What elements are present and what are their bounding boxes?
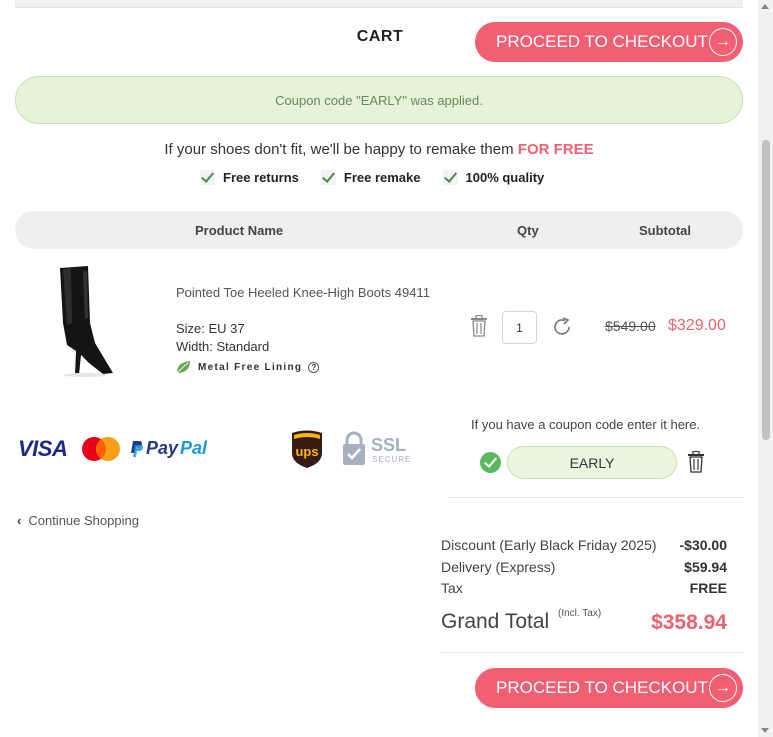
grand-total-tax-note: (Incl. Tax) — [558, 608, 602, 619]
discount-label: Discount (Early Black Friday 2025) — [441, 537, 657, 553]
coupon-applied-banner: Coupon code "EARLY" was applied. — [15, 76, 743, 124]
tax-value: FREE — [689, 580, 727, 596]
mastercard-logo — [82, 437, 120, 461]
divider — [449, 497, 743, 498]
coupon-code-input[interactable] — [507, 446, 677, 479]
lining-label: Metal Free Lining — [198, 361, 303, 373]
coupon-hint: If you have a coupon code enter it here. — [471, 417, 701, 432]
quantity-input[interactable] — [502, 311, 537, 344]
coupon-applied-message: Coupon code "EARLY" was applied. — [275, 92, 483, 108]
secure-text: SECURE — [372, 455, 411, 464]
arrow-right-circle-icon: → — [709, 28, 737, 56]
page-scrollbar[interactable] — [758, 0, 773, 737]
refresh-icon[interactable] — [551, 316, 573, 338]
trash-icon[interactable] — [470, 315, 488, 337]
column-header-product: Product Name — [195, 223, 284, 238]
checkout-button-label: PROCEED TO CHECKOUT — [496, 678, 708, 697]
check-circle-icon — [480, 452, 501, 473]
feature-item: Free returns — [200, 170, 299, 185]
paypal-logo: Pay Pal — [130, 438, 207, 459]
delivery-label: Delivery (Express) — [441, 559, 556, 575]
checkout-button-label: PROCEED TO CHECKOUT — [496, 32, 708, 51]
continue-shopping-link[interactable]: ‹ Continue Shopping — [17, 513, 139, 528]
feature-list: Free returns Free remake 100% quality — [200, 170, 544, 185]
check-icon — [320, 170, 336, 185]
paypal-pay: Pay — [146, 438, 179, 458]
scroll-down-icon[interactable] — [761, 728, 769, 733]
chevron-left-icon: ‹ — [17, 513, 22, 528]
help-icon[interactable]: ? — [308, 361, 320, 373]
previous-section-strip — [15, 0, 743, 8]
cart-table-header: Product Name Qty Subtotal — [15, 211, 743, 249]
paypal-icon — [131, 440, 144, 457]
column-header-qty: Qty — [517, 223, 539, 238]
tax-label: Tax — [441, 580, 463, 596]
paypal-pal: Pal — [180, 438, 208, 458]
feature-label: Free returns — [223, 170, 299, 185]
ups-logo: ups — [292, 430, 322, 468]
ssl-secure-badge: SSL SECURE — [343, 431, 411, 465]
proceed-to-checkout-button-bottom[interactable]: PROCEED TO CHECKOUT → — [475, 668, 743, 708]
ups-text: ups — [295, 444, 318, 459]
scroll-up-icon[interactable] — [761, 4, 769, 9]
feature-item: Free remake — [320, 170, 421, 185]
grand-total-label: Grand Total — [441, 610, 550, 633]
delivery-value: $59.94 — [684, 559, 727, 575]
divider — [441, 652, 743, 653]
continue-shopping-label: Continue Shopping — [28, 513, 139, 528]
grand-total-value: $358.94 — [651, 611, 727, 634]
promise-text: If your shoes don't fit, we'll be happy … — [164, 141, 518, 158]
discount-value: -$30.00 — [679, 537, 727, 553]
scroll-thumb[interactable] — [762, 140, 770, 440]
feature-label: 100% quality — [465, 170, 545, 185]
leaf-icon — [176, 361, 190, 374]
feature-label: Free remake — [343, 170, 421, 185]
arrow-right-circle-icon: → — [709, 674, 737, 702]
original-price: $549.00 — [605, 318, 656, 334]
page-title: CART — [356, 28, 404, 45]
product-image[interactable] — [45, 263, 120, 378]
visa-logo: VISA — [18, 436, 68, 461]
promise-highlight: FOR FREE — [517, 141, 594, 158]
proceed-to-checkout-button[interactable]: PROCEED TO CHECKOUT → — [475, 22, 743, 62]
ssl-text: SSL — [371, 435, 406, 455]
metal-free-lining: Metal Free Lining ? — [176, 360, 320, 374]
product-name-link[interactable]: Pointed Toe Heeled Knee-High Boots 49411 — [176, 285, 430, 300]
check-icon — [200, 170, 215, 185]
product-size: Size: EU 37 — [176, 321, 245, 336]
sale-price: $329.00 — [668, 317, 726, 334]
product-width: Width: Standard — [176, 339, 270, 354]
check-icon — [442, 170, 458, 185]
feature-item: 100% quality — [442, 170, 545, 185]
column-header-subtotal: Subtotal — [639, 223, 691, 238]
remove-coupon-trash-icon[interactable] — [687, 451, 705, 473]
remake-promise: If your shoes don't fit, we'll be happy … — [0, 141, 758, 158]
